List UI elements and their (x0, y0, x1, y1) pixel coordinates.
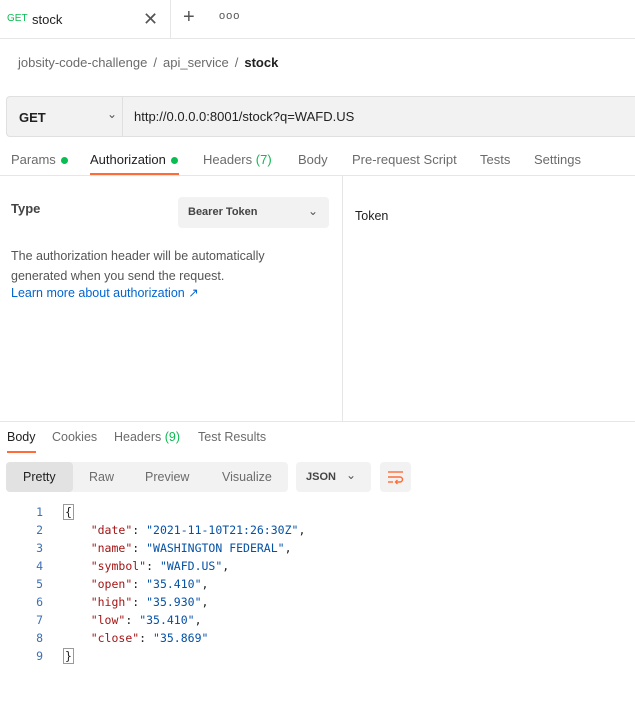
tab-settings[interactable]: Settings (534, 152, 581, 167)
tab-headers[interactable]: Headers (7) (203, 152, 272, 167)
wrap-lines-button[interactable] (380, 462, 411, 492)
url-bar: GET ⌄ http://0.0.0.0:8001/stock?q=WAFD.U… (6, 96, 635, 137)
tab-test-results[interactable]: Test Results (198, 430, 266, 444)
json-key: "close" (90, 631, 140, 645)
breadcrumb-collection[interactable]: jobsity-code-challenge (18, 55, 147, 70)
visualize-button[interactable]: Visualize (222, 470, 272, 484)
line-number: 3 (36, 541, 43, 555)
chevron-down-icon[interactable]: ⌄ (107, 107, 117, 121)
brace: } (63, 648, 74, 664)
json-value: "WASHINGTON FEDERAL" (146, 541, 285, 555)
breadcrumb-separator: / (234, 55, 239, 70)
code-text: "open": "35.410", (90, 577, 209, 591)
add-tab-icon[interactable]: + (183, 7, 195, 27)
json-value: "2021-11-10T21:26:30Z" (146, 523, 299, 537)
code-text: "date": "2021-11-10T21:26:30Z", (90, 523, 306, 537)
line-number: 4 (36, 559, 43, 573)
json-key: "date" (90, 523, 133, 537)
json-punct: , (222, 559, 230, 573)
json-punct: , (298, 523, 306, 537)
json-key: "high" (90, 595, 133, 609)
tab-response-body[interactable]: Body (7, 430, 36, 444)
json-key: "symbol" (90, 559, 147, 573)
format-select[interactable]: JSON ⌄ (296, 462, 371, 492)
auth-type-label: Type (11, 201, 41, 216)
token-label: Token (355, 209, 389, 223)
tab-method-badge: GET (7, 13, 28, 24)
json-key: "low" (90, 613, 126, 627)
tab-title: stock (32, 12, 63, 27)
json-value: "35.410" (139, 613, 195, 627)
pretty-label: Pretty (23, 470, 56, 484)
json-key: "name" (90, 541, 133, 555)
auth-description: The authorization header will be automat… (11, 249, 265, 283)
code-text: "name": "WASHINGTON FEDERAL", (90, 541, 292, 555)
tab-authorization-label: Authorization (90, 152, 166, 167)
json-punct: , (194, 613, 202, 627)
tab-params-label: Params (11, 152, 56, 167)
url-input[interactable]: http://0.0.0.0:8001/stock?q=WAFD.US (134, 109, 354, 124)
tab-response-headers[interactable]: Headers (9) (114, 430, 180, 444)
tab-prerequest-script[interactable]: Pre-request Script (352, 152, 457, 167)
breadcrumb-separator: / (153, 55, 157, 70)
breadcrumb-current[interactable]: stock (244, 55, 278, 70)
line-number: 2 (36, 523, 43, 537)
more-options-icon[interactable]: ooo (219, 10, 240, 22)
learn-more-link[interactable]: Learn more about authorization ↗ (11, 285, 199, 300)
tab-authorization[interactable]: Authorization (90, 152, 178, 167)
raw-button[interactable]: Raw (89, 470, 114, 484)
preview-button[interactable]: Preview (145, 470, 189, 484)
code-text: } (63, 647, 74, 665)
status-dot (170, 157, 178, 165)
code-text: "symbol": "WAFD.US", (90, 559, 230, 573)
code-text: "low": "35.410", (90, 613, 202, 627)
brace: { (63, 504, 74, 520)
request-tab[interactable]: GET stock ✕ (0, 0, 171, 38)
view-mode-group: Pretty Raw Preview Visualize (6, 462, 288, 492)
json-value: "35.930" (146, 595, 202, 609)
tab-tests[interactable]: Tests (480, 152, 510, 167)
tab-response-headers-label: Headers (114, 430, 162, 444)
tab-cookies[interactable]: Cookies (52, 430, 97, 444)
line-number: 8 (36, 631, 43, 645)
json-punct: , (201, 577, 209, 591)
close-icon[interactable]: ✕ (143, 9, 158, 29)
format-value: JSON (306, 471, 336, 483)
line-number: 6 (36, 595, 43, 609)
divider (122, 97, 123, 136)
tab-params[interactable]: Params (11, 152, 68, 167)
json-value: "35.410" (146, 577, 202, 591)
json-key: "open" (90, 577, 133, 591)
tab-bar: GET stock ✕ + ooo (0, 0, 635, 39)
chevron-down-icon: ⌄ (346, 468, 357, 482)
status-dot (60, 157, 68, 165)
json-value: "WAFD.US" (159, 559, 223, 573)
line-number: 1 (36, 505, 43, 519)
divider (0, 175, 635, 176)
json-punct: , (201, 595, 209, 609)
divider (0, 421, 635, 422)
auth-type-value: Bearer Token (188, 206, 258, 218)
breadcrumb: jobsity-code-challenge / api_service / stock (18, 55, 278, 70)
code-text: "high": "35.930", (90, 595, 209, 609)
line-number: 9 (36, 649, 43, 663)
chevron-down-icon: ⌄ (308, 204, 319, 218)
method-select[interactable]: GET (19, 110, 46, 125)
divider (342, 176, 343, 421)
active-tab-indicator (7, 451, 36, 453)
response-headers-count: (9) (164, 430, 181, 444)
tab-headers-label: Headers (203, 152, 253, 167)
code-text: "close": "35.869" (90, 631, 209, 645)
tab-body[interactable]: Body (298, 152, 328, 167)
line-number: 7 (36, 613, 43, 627)
headers-count: (7) (255, 152, 272, 167)
auth-type-select[interactable]: Bearer Token ⌄ (178, 197, 329, 228)
line-number: 5 (36, 577, 43, 591)
json-punct: , (284, 541, 292, 555)
json-value: "35.869" (153, 631, 209, 645)
breadcrumb-folder[interactable]: api_service (163, 55, 229, 70)
wrap-lines-icon (388, 471, 404, 485)
code-text: { (63, 503, 74, 521)
